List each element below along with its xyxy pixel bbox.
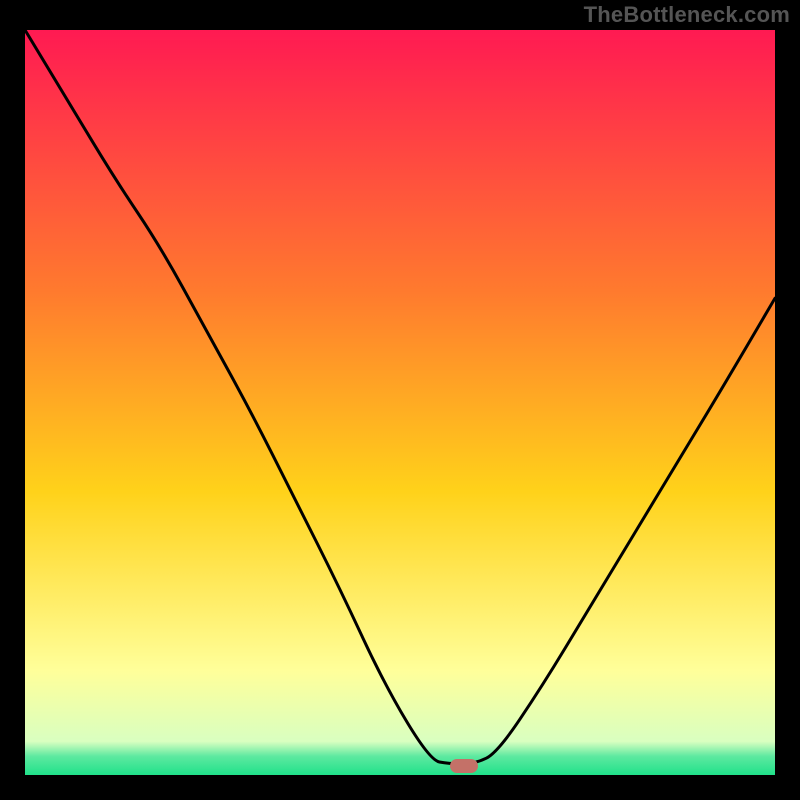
gradient-background [25,30,775,775]
chart-frame: TheBottleneck.com [0,0,800,800]
plot-area [25,30,775,775]
bottleneck-chart-svg [25,30,775,775]
watermark-text: TheBottleneck.com [584,2,790,28]
optimal-marker [450,759,478,773]
